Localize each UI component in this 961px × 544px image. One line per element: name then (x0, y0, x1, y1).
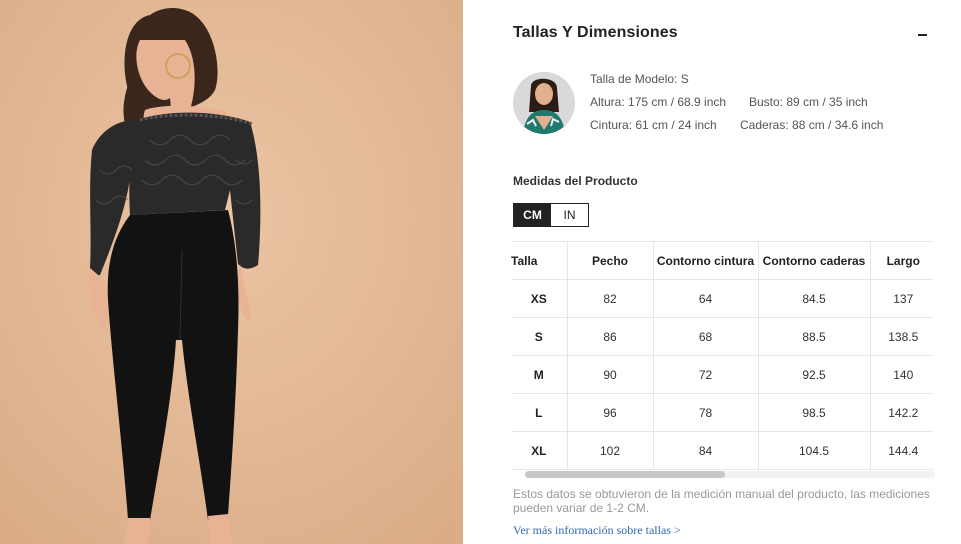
size-cell: M (511, 355, 568, 394)
table-cell: 144.4 (870, 431, 933, 470)
table-header-row: Talla Pecho Contorno cintura Contorno ca… (511, 241, 933, 280)
product-photo (0, 0, 463, 544)
size-cell: L (511, 393, 568, 432)
model-avatar (513, 72, 575, 134)
col-header-talla: Talla (511, 241, 568, 280)
table-row: XS 82 64 84.5 137 (511, 279, 933, 318)
model-size: Talla de Modelo: S (590, 72, 689, 86)
col-header-caderas: Contorno caderas (758, 241, 871, 280)
size-table-container[interactable]: Talla Pecho Contorno cintura Contorno ca… (511, 241, 933, 479)
table-cell: 137 (870, 279, 933, 318)
table-cell: 140 (870, 355, 933, 394)
table-cell: 138.5 (870, 317, 933, 356)
col-header-cintura: Contorno cintura (653, 241, 759, 280)
col-header-largo: Largo (870, 241, 933, 280)
model-waist: Cintura: 61 cm / 24 inch (590, 118, 717, 132)
table-cell: 72 (653, 355, 759, 394)
size-cell: XL (511, 431, 568, 470)
table-cell: 98.5 (758, 393, 871, 432)
table-scrollbar-thumb[interactable] (525, 471, 725, 478)
unit-in-button[interactable]: IN (551, 204, 588, 226)
more-size-info-link[interactable]: Ver más información sobre tallas > (513, 523, 681, 538)
collapse-icon[interactable] (913, 24, 931, 44)
unit-cm-button[interactable]: CM (514, 204, 551, 226)
model-jumpsuit-illustration (0, 0, 463, 544)
measurement-note: Estos datos se obtuvieron de la medición… (513, 487, 930, 515)
table-cell: 78 (653, 393, 759, 432)
size-table: Talla Pecho Contorno cintura Contorno ca… (511, 241, 933, 470)
table-cell: 84.5 (758, 279, 871, 318)
col-header-pecho: Pecho (567, 241, 654, 280)
panel-title: Tallas Y Dimensiones (513, 24, 678, 41)
table-cell: 64 (653, 279, 759, 318)
model-hips: Caderas: 88 cm / 34.6 inch (740, 118, 884, 132)
table-cell: 88.5 (758, 317, 871, 356)
table-row: L 96 78 98.5 142.2 (511, 393, 933, 432)
table-cell: 84 (653, 431, 759, 470)
table-row: XL 102 84 104.5 144.4 (511, 431, 933, 470)
table-scrollbar[interactable] (525, 471, 935, 478)
table-cell: 102 (567, 431, 654, 470)
table-cell: 92.5 (758, 355, 871, 394)
table-cell: 142.2 (870, 393, 933, 432)
unit-toggle: CM IN (513, 203, 589, 227)
avatar-image-icon (513, 72, 575, 134)
size-cell: S (511, 317, 568, 356)
table-row: M 90 72 92.5 140 (511, 355, 933, 394)
model-height: Altura: 175 cm / 68.9 inch (590, 95, 727, 109)
table-cell: 82 (567, 279, 654, 318)
model-bust: Busto: 89 cm / 35 inch (749, 95, 868, 109)
table-cell: 104.5 (758, 431, 871, 470)
table-row: S 86 68 88.5 138.5 (511, 317, 933, 356)
table-cell: 96 (567, 393, 654, 432)
model-info: Talla de Modelo: S Altura: 175 cm / 68.9… (513, 72, 933, 136)
table-cell: 86 (567, 317, 654, 356)
size-panel: Tallas Y Dimensiones Talla de Modelo: S … (463, 0, 961, 544)
table-cell: 68 (653, 317, 759, 356)
size-panel-header: Tallas Y Dimensiones (513, 24, 931, 46)
product-measures-title: Medidas del Producto (513, 174, 638, 188)
table-cell: 90 (567, 355, 654, 394)
size-cell: XS (511, 279, 568, 318)
